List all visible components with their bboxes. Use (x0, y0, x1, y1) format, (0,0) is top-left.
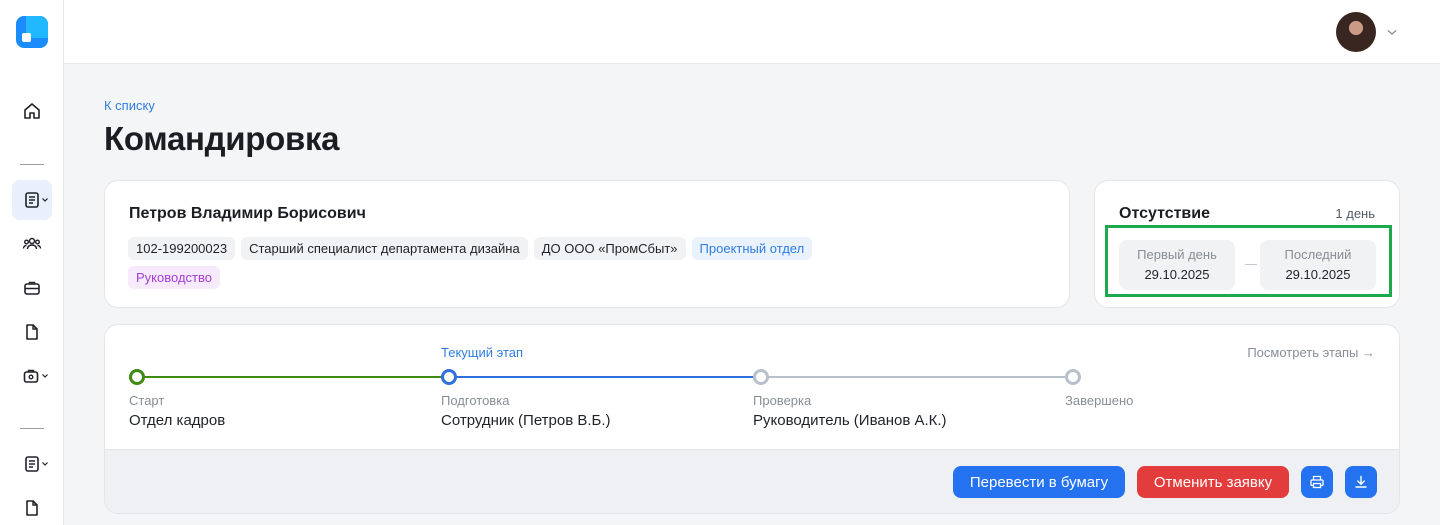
documents-icon (25, 192, 39, 208)
sidebar-item-file-2[interactable] (12, 488, 52, 525)
sidebar-item-documents[interactable] (12, 180, 52, 220)
users-icon (22, 237, 42, 250)
stage-review: Проверка Руководитель (Иванов А.К.) (753, 393, 947, 429)
sidebar-divider (20, 164, 44, 165)
list-icon (25, 456, 39, 472)
current-stage-label: Текущий этап (441, 345, 524, 360)
last-day-field: Последний 29.10.2025 (1260, 240, 1376, 290)
file-icon (26, 324, 38, 340)
last-day-label: Последний (1284, 247, 1352, 262)
sidebar (0, 0, 64, 525)
stage-title: Старт (129, 393, 165, 408)
convert-to-paper-button[interactable]: Перевести в бумагу (953, 466, 1125, 498)
stage-assignee: Отдел кадров (129, 412, 226, 429)
absence-card: Отсутствие 1 день Первый день 29.10.2025… (1094, 180, 1400, 308)
printer-icon (1310, 475, 1324, 489)
stage-preparation: Подготовка Сотрудник (Петров В.Б.) (441, 393, 611, 429)
chevron-down-icon (42, 198, 48, 202)
stage-assignee: Сотрудник (Петров В.Б.) (441, 412, 611, 429)
stage-title: Проверка (753, 393, 812, 408)
stage-node-preparation (441, 369, 457, 385)
stage-title: Подготовка (441, 393, 510, 408)
app-logo[interactable] (16, 16, 48, 48)
download-icon (1355, 475, 1367, 488)
absence-dates-highlight: Первый день 29.10.2025 Последний 29.10.2… (1105, 225, 1392, 297)
progress-segment-pending (761, 376, 1073, 378)
stages-progress-track (129, 369, 1081, 385)
role-tag: Руководство (128, 266, 220, 289)
home-icon (24, 103, 40, 119)
first-day-field: Первый день 29.10.2025 (1119, 240, 1235, 290)
stage-start: Старт Отдел кадров (129, 393, 225, 429)
sidebar-item-briefcase-settings[interactable] (12, 356, 52, 396)
first-day-label: Первый день (1137, 247, 1217, 262)
chevron-down-icon (42, 374, 48, 378)
progress-segment-current (449, 376, 761, 378)
stage-assignee: Руководитель (Иванов А.К.) (753, 412, 947, 429)
download-button[interactable] (1345, 466, 1377, 498)
sidebar-item-users[interactable] (12, 224, 52, 264)
chevron-down-icon (42, 462, 48, 466)
organization-tag: ДО ООО «ПромСбыт» (533, 237, 686, 260)
employee-name: Петров Владимир Борисович (129, 205, 366, 222)
position-tag: Старший специалист департамента дизайна (241, 237, 528, 260)
top-header (64, 0, 1440, 64)
stage-title: Завершено (1065, 393, 1134, 408)
employee-card: Петров Владимир Борисович 102-199200023 … (104, 180, 1070, 308)
print-button[interactable] (1301, 466, 1333, 498)
sidebar-item-file[interactable] (12, 312, 52, 352)
view-stages-link[interactable]: Посмотреть этапы → (1247, 345, 1375, 360)
sidebar-item-briefcase[interactable] (12, 268, 52, 308)
stage-completed: Завершено (1065, 393, 1133, 408)
back-to-list-link[interactable]: К списку (104, 98, 155, 113)
cancel-request-button[interactable]: Отменить заявку (1137, 466, 1289, 498)
workflow-stages-card: Текущий этап Посмотреть этапы → Старт От… (104, 324, 1400, 514)
sidebar-divider (20, 428, 44, 429)
chevron-down-icon[interactable] (1386, 26, 1398, 38)
progress-segment-done (137, 376, 449, 378)
page-title: Командировка (104, 120, 340, 157)
stage-node-start (129, 369, 145, 385)
employee-id-tag: 102-199200023 (128, 237, 236, 260)
sidebar-item-home[interactable] (12, 91, 52, 131)
last-day-value: 29.10.2025 (1285, 267, 1351, 282)
stage-node-review (753, 369, 769, 385)
actions-bar: Перевести в бумагу Отменить заявку (105, 449, 1399, 513)
department-tag: Проектный отдел (691, 237, 813, 260)
avatar[interactable] (1336, 12, 1376, 52)
absence-duration: 1 день (1335, 206, 1375, 221)
briefcase-settings-icon (23, 369, 39, 383)
absence-title: Отсутствие (1119, 205, 1210, 222)
sidebar-item-list[interactable] (12, 444, 52, 484)
file-icon (26, 500, 38, 516)
first-day-value: 29.10.2025 (1144, 267, 1210, 282)
briefcase-icon (24, 281, 40, 295)
employee-tags: 102-199200023 Старший специалист департа… (128, 237, 828, 289)
date-separator (1245, 264, 1257, 265)
stage-node-completed (1065, 369, 1081, 385)
